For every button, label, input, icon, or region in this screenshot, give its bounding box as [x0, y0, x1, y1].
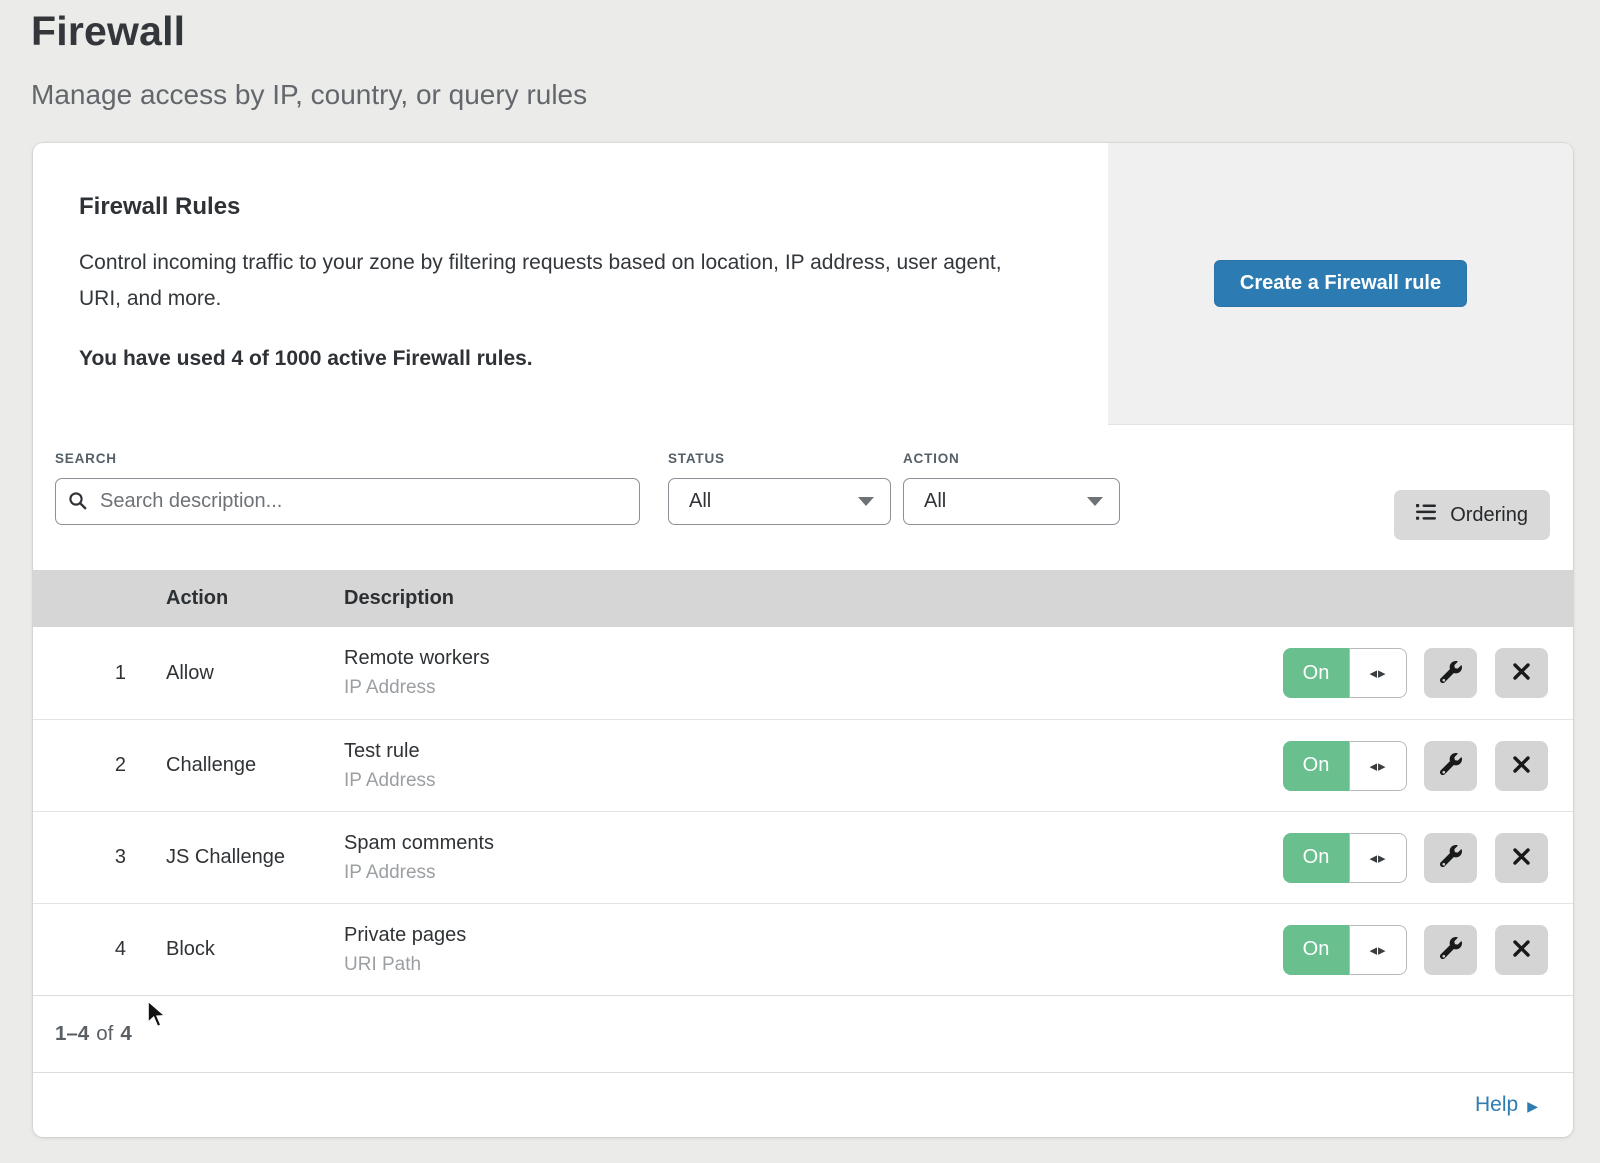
page-header: Firewall Manage access by IP, country, o… — [0, 0, 1600, 111]
wrench-icon — [1440, 753, 1462, 778]
chevron-down-icon — [858, 497, 874, 506]
firewall-rules-card: Firewall Rules Control incoming traffic … — [33, 143, 1573, 1137]
rules-usage-note: You have used 4 of 1000 active Firewall … — [79, 347, 1068, 371]
rule-description: Spam comments — [344, 832, 1283, 855]
toggle-on-segment[interactable]: On — [1283, 741, 1349, 791]
rule-description-cell: Spam comments IP Address — [344, 832, 1283, 884]
rule-controls: On ◂▸ — [1283, 925, 1573, 975]
rule-action: Block — [166, 938, 344, 961]
close-icon — [1512, 847, 1531, 869]
edit-rule-button[interactable] — [1424, 648, 1477, 698]
table-header: Action Description — [33, 570, 1573, 627]
action-filter: ACTION All — [903, 451, 1120, 525]
rules-description: Control incoming traffic to your zone by… — [79, 245, 1029, 317]
rule-enabled-toggle[interactable]: On ◂▸ — [1283, 648, 1407, 698]
help-arrow-icon: ▶ — [1527, 1097, 1538, 1113]
help-link[interactable]: Help ▶ — [1475, 1093, 1538, 1117]
table-row: 1 Allow Remote workers IP Address On ◂▸ — [33, 627, 1573, 719]
page-title: Firewall — [31, 8, 1600, 55]
rule-controls: On ◂▸ — [1283, 741, 1573, 791]
edit-rule-button[interactable] — [1424, 925, 1477, 975]
wrench-icon — [1440, 937, 1462, 962]
pagination-separator: of — [96, 1022, 113, 1046]
toggle-on-segment[interactable]: On — [1283, 648, 1349, 698]
rule-description-cell: Remote workers IP Address — [344, 647, 1283, 699]
reorder-handle-icon[interactable]: ◂▸ — [1349, 741, 1407, 791]
close-icon — [1512, 755, 1531, 777]
table-row: 3 JS Challenge Spam comments IP Address … — [33, 811, 1573, 903]
status-select[interactable]: All — [668, 478, 891, 525]
rule-controls: On ◂▸ — [1283, 648, 1573, 698]
status-select-value: All — [689, 490, 711, 513]
rule-priority: 4 — [33, 938, 166, 961]
page-subtitle: Manage access by IP, country, or query r… — [31, 79, 1600, 111]
ordering-list-icon — [1416, 503, 1437, 527]
table-row: 2 Challenge Test rule IP Address On ◂▸ — [33, 719, 1573, 811]
rule-priority: 3 — [33, 846, 166, 869]
rule-action: Challenge — [166, 754, 344, 777]
status-filter: STATUS All — [668, 451, 891, 525]
delete-rule-button[interactable] — [1495, 648, 1548, 698]
delete-rule-button[interactable] — [1495, 833, 1548, 883]
edit-rule-button[interactable] — [1424, 833, 1477, 883]
wrench-icon — [1440, 845, 1462, 870]
rule-action: JS Challenge — [166, 846, 344, 869]
search-filter: SEARCH — [55, 451, 640, 525]
reorder-handle-icon[interactable]: ◂▸ — [1349, 833, 1407, 883]
create-firewall-rule-button[interactable]: Create a Firewall rule — [1214, 260, 1467, 307]
help-link-label: Help — [1475, 1093, 1518, 1117]
rules-info: Firewall Rules Control incoming traffic … — [33, 143, 1108, 425]
table-row: 4 Block Private pages URI Path On ◂▸ — [33, 903, 1573, 995]
help-row: Help ▶ — [33, 1073, 1573, 1136]
rule-priority: 1 — [33, 662, 166, 685]
close-icon — [1512, 662, 1531, 684]
action-select[interactable]: All — [903, 478, 1120, 525]
action-select-value: All — [924, 490, 946, 513]
pagination-range: 1–4 — [55, 1022, 89, 1046]
delete-rule-button[interactable] — [1495, 741, 1548, 791]
ordering-button-label: Ordering — [1450, 504, 1528, 527]
status-label: STATUS — [668, 451, 891, 466]
rule-description: Remote workers — [344, 647, 1283, 670]
create-rule-panel: Create a Firewall rule — [1108, 143, 1573, 425]
rule-action: Allow — [166, 662, 344, 685]
rule-match-type: IP Address — [344, 862, 1283, 884]
toggle-on-segment[interactable]: On — [1283, 833, 1349, 883]
rule-description-cell: Test rule IP Address — [344, 740, 1283, 792]
rule-description: Private pages — [344, 924, 1283, 947]
edit-rule-button[interactable] — [1424, 741, 1477, 791]
reorder-handle-icon[interactable]: ◂▸ — [1349, 925, 1407, 975]
rule-enabled-toggle[interactable]: On ◂▸ — [1283, 925, 1407, 975]
search-label: SEARCH — [55, 451, 640, 466]
filter-bar: SEARCH STATUS All ACTION All — [33, 425, 1573, 570]
rule-enabled-toggle[interactable]: On ◂▸ — [1283, 741, 1407, 791]
action-label: ACTION — [903, 451, 1120, 466]
rule-description-cell: Private pages URI Path — [344, 924, 1283, 976]
delete-rule-button[interactable] — [1495, 925, 1548, 975]
reorder-handle-icon[interactable]: ◂▸ — [1349, 648, 1407, 698]
close-icon — [1512, 939, 1531, 961]
rule-description: Test rule — [344, 740, 1283, 763]
rule-controls: On ◂▸ — [1283, 833, 1573, 883]
rule-enabled-toggle[interactable]: On ◂▸ — [1283, 833, 1407, 883]
rules-overview-section: Firewall Rules Control incoming traffic … — [33, 143, 1573, 425]
rule-priority: 2 — [33, 754, 166, 777]
pagination-row: 1–4 of 4 — [33, 995, 1573, 1073]
rules-heading: Firewall Rules — [79, 193, 1068, 221]
search-box — [55, 478, 640, 525]
search-input[interactable] — [55, 478, 640, 525]
chevron-down-icon — [1087, 497, 1103, 506]
rule-match-type: URI Path — [344, 954, 1283, 976]
rule-match-type: IP Address — [344, 677, 1283, 699]
rule-match-type: IP Address — [344, 770, 1283, 792]
toggle-on-segment[interactable]: On — [1283, 925, 1349, 975]
search-icon — [68, 491, 88, 516]
action-column-header: Action — [166, 587, 344, 610]
ordering-button[interactable]: Ordering — [1394, 490, 1550, 540]
description-column-header: Description — [344, 587, 1573, 610]
wrench-icon — [1440, 661, 1462, 686]
pagination-total: 4 — [120, 1022, 131, 1046]
